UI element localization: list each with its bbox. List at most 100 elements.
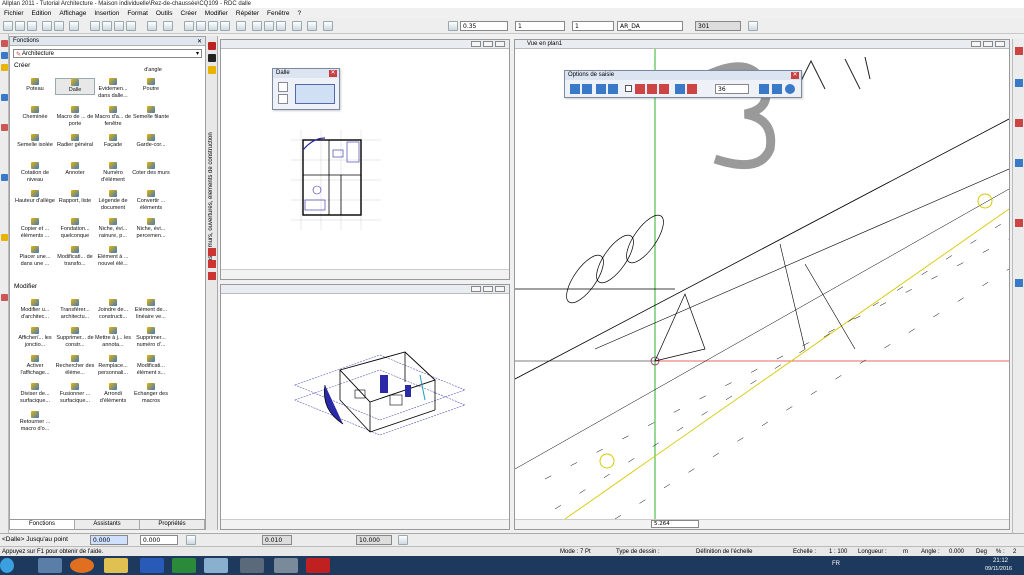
modify-item[interactable]: Diviser de... surfacique... <box>15 383 55 404</box>
create-item[interactable]: Légende de document <box>93 190 133 211</box>
new-icon[interactable] <box>3 21 13 31</box>
paste-icon[interactable] <box>114 21 124 31</box>
undo-icon[interactable] <box>147 21 157 31</box>
tab-assistants[interactable]: Assistants <box>75 520 140 529</box>
menu-tools[interactable]: Outils <box>152 10 177 17</box>
right-tool-6-icon[interactable] <box>1015 279 1023 287</box>
tool-app-icon[interactable] <box>274 558 298 573</box>
format-properties-icon[interactable] <box>748 21 758 31</box>
create-item[interactable]: Niche, évi... percemen... <box>131 218 171 239</box>
modify-item[interactable]: Fusionner ... surfacique... <box>55 383 95 404</box>
create-item[interactable]: Niche, évi... rainure, p... <box>93 218 133 239</box>
plot-icon[interactable] <box>69 21 79 31</box>
zoom-scale-field[interactable]: 5.264 <box>651 520 699 528</box>
modify-item[interactable]: Transférer... architectu... <box>55 299 95 320</box>
option-8-icon[interactable] <box>759 84 769 94</box>
circle-icon[interactable] <box>1 124 8 131</box>
app-icon[interactable] <box>204 558 228 573</box>
option-4-icon[interactable] <box>647 84 657 94</box>
help-icon[interactable] <box>785 84 795 94</box>
plan-thumbnail-view[interactable] <box>220 39 510 280</box>
line-icon[interactable] <box>1 52 8 59</box>
strip-tool-icon[interactable] <box>208 248 216 256</box>
create-item[interactable]: Macro d'a... de fenêtre <box>93 106 133 127</box>
plan-view[interactable]: Vue en plan1 5.264 <box>514 39 1010 530</box>
delta-icon[interactable] <box>186 535 196 545</box>
right-tool-4-icon[interactable] <box>1015 159 1023 167</box>
create-item[interactable]: Convertir ... éléments <box>131 190 171 211</box>
create-item[interactable]: Rapport, liste <box>55 190 95 205</box>
create-item[interactable]: Fondation... quelconque <box>55 218 95 239</box>
modify-item[interactable]: Modifier u... d'architec... <box>15 299 55 320</box>
option-3-icon[interactable] <box>635 84 645 94</box>
menu-create[interactable]: Créer <box>177 10 201 17</box>
view-icon[interactable] <box>236 21 246 31</box>
refresh-icon[interactable] <box>276 21 286 31</box>
zoom-icon[interactable] <box>264 21 274 31</box>
menu-view[interactable]: Affichage <box>55 10 90 17</box>
snap-icon[interactable] <box>1 40 8 47</box>
modify-item[interactable]: Activer l'affichage... <box>15 355 55 376</box>
grid-icon[interactable] <box>252 21 262 31</box>
rectangle-icon[interactable] <box>1 94 8 101</box>
menu-format[interactable]: Format <box>123 10 152 17</box>
trim-icon[interactable] <box>1 294 8 301</box>
option-6-icon[interactable] <box>675 84 685 94</box>
create-item[interactable]: Macro de ... de porte <box>55 106 95 127</box>
create-item[interactable]: Modificati... de transfo... <box>55 246 95 267</box>
option-2-icon[interactable] <box>582 84 592 94</box>
strip-tool-3-icon[interactable] <box>208 272 216 280</box>
firefox-icon[interactable] <box>70 558 94 573</box>
erase-icon[interactable] <box>398 535 408 545</box>
explorer-icon[interactable] <box>38 558 62 573</box>
modify-item[interactable]: Retourner ... macro d'o... <box>15 411 55 432</box>
create-item[interactable]: Semelle isolée <box>15 134 55 149</box>
modify-item[interactable]: Mettre à j... les annota... <box>93 327 133 348</box>
option-checkbox[interactable] <box>625 85 632 92</box>
create-item[interactable]: Poteau <box>15 78 55 93</box>
modify-item[interactable]: Echanger des macros <box>131 383 171 404</box>
binoculars-icon[interactable] <box>208 54 216 62</box>
option-7-icon[interactable] <box>687 84 697 94</box>
building-structure-icon[interactable] <box>208 21 218 31</box>
create-item[interactable]: Dalle <box>55 78 95 95</box>
x-coordinate-input[interactable]: 0.000 <box>90 535 128 545</box>
segments-input[interactable]: 36 <box>715 84 749 94</box>
modify-item[interactable]: Joindre de... constructi... <box>93 299 133 320</box>
modify-item[interactable]: Supprimer... de constr... <box>55 327 95 348</box>
tab-properties[interactable]: Propriétés <box>140 520 205 529</box>
modify-item[interactable]: Elément de... linéaire ve... <box>131 299 171 320</box>
menu-repeat[interactable]: Répéter <box>232 10 263 17</box>
create-item[interactable]: Cheminée <box>15 106 55 121</box>
plus-icon[interactable] <box>596 84 606 94</box>
layer-visibility-icon[interactable] <box>196 21 206 31</box>
modify-item[interactable]: Remplace... personnali... <box>93 355 133 376</box>
minimize-icon[interactable] <box>971 41 981 47</box>
maximize-icon[interactable] <box>483 41 493 47</box>
create-item[interactable]: Evidemen... dans dalle... <box>93 78 133 99</box>
copy-icon[interactable] <box>102 21 112 31</box>
y-coordinate-input[interactable]: 0.000 <box>140 535 178 545</box>
create-item[interactable]: Coter des murs <box>131 162 171 177</box>
create-item[interactable]: Garde-cor... <box>131 134 171 149</box>
move-icon[interactable] <box>1 174 8 181</box>
close-icon[interactable]: ✕ <box>329 70 337 77</box>
create-item[interactable]: Copier et ... éléments ... <box>15 218 55 239</box>
right-tool-5-icon[interactable] <box>1015 219 1023 227</box>
menu-help[interactable]: ? <box>293 10 305 17</box>
fileset-icon[interactable] <box>220 21 230 31</box>
layer-icon[interactable] <box>184 21 194 31</box>
bookmark-icon[interactable] <box>208 42 216 50</box>
slab-input-icon[interactable] <box>295 84 335 104</box>
eyedropper-icon[interactable] <box>278 82 288 92</box>
copy-tool-icon[interactable] <box>1 234 8 241</box>
redo-icon[interactable] <box>163 21 173 31</box>
language-indicator[interactable]: FR <box>832 561 840 567</box>
menu-modify[interactable]: Modifier <box>201 10 232 17</box>
tab-functions[interactable]: Fonctions <box>10 520 75 529</box>
right-tool-1-icon[interactable] <box>1015 47 1023 55</box>
start-icon[interactable] <box>0 558 14 573</box>
create-item[interactable]: Façade <box>93 134 133 149</box>
create-item[interactable]: Cotation de niveau <box>15 162 55 183</box>
step-input[interactable]: 0.010 <box>262 535 292 545</box>
